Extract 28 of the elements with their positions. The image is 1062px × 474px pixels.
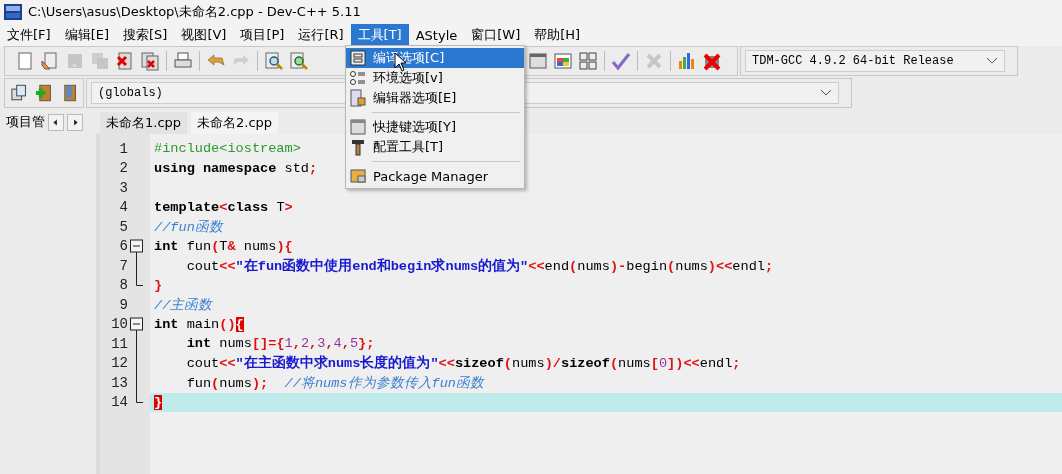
code-line: fun(nums); //将nums作为参数传入fun函数 bbox=[185, 374, 484, 392]
line-number: 7 bbox=[118, 256, 128, 276]
line-number: 10 bbox=[110, 315, 128, 334]
line-number: 11 bbox=[110, 334, 128, 354]
code-line: int nums[]={1,2,3,4,5}; bbox=[185, 336, 375, 352]
code-line: } bbox=[154, 277, 163, 293]
code-line: int main(){ bbox=[154, 316, 244, 332]
line-number: 5 bbox=[118, 217, 128, 237]
pane-title: 项目管 bbox=[6, 113, 45, 131]
line-number: 6 bbox=[118, 237, 128, 256]
code-line: cout<<"在fun函数中使用end和begin求nums的值为"<<end(nums)-begin(nums)<<endl; bbox=[185, 257, 774, 275]
code-line: using namespace std; bbox=[154, 160, 318, 176]
line-number: 4 bbox=[118, 198, 128, 217]
code-line: int fun(T& nums){ bbox=[154, 238, 293, 254]
line-number: 3 bbox=[118, 178, 128, 198]
line-number: 12 bbox=[110, 354, 128, 373]
code-line: //主函数 bbox=[154, 296, 213, 314]
line-number: 1 bbox=[118, 139, 128, 159]
line-number: 14 bbox=[110, 393, 128, 412]
line-number: 8 bbox=[118, 276, 128, 295]
code-line: cout<<"在主函数中求nums长度的值为"<<sizeof(nums)/sizeof(nums[0])<<endl; bbox=[185, 354, 741, 373]
window-title: C:\Users\asus\Desktop\未命名2.cpp - Dev-C++ 5.11 bbox=[28, 3, 361, 21]
code-line: //fun函数 bbox=[154, 218, 223, 236]
line-number: 9 bbox=[118, 295, 128, 315]
code-line: #include<iostream> bbox=[154, 141, 301, 157]
line-number: 13 bbox=[110, 373, 128, 393]
line-number: 2 bbox=[118, 159, 128, 178]
code-line: template<class T> bbox=[154, 199, 293, 215]
